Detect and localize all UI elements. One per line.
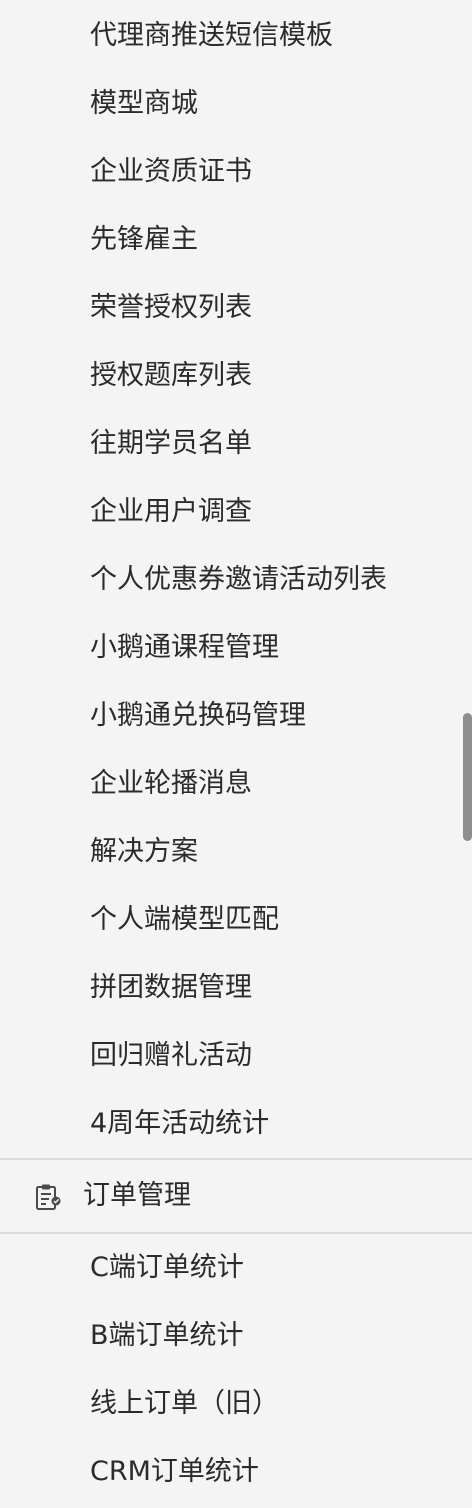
section-title-order-management: 订单管理 bbox=[83, 1180, 191, 1211]
menu-item-crm-order-stats[interactable]: CRM订单统计 bbox=[90, 1438, 259, 1506]
menu-item-agent-sms-template[interactable]: 代理商推送短信模板 bbox=[90, 2, 333, 70]
menu-item-coupon-invite-activities[interactable]: 个人优惠券邀请活动列表 bbox=[90, 546, 387, 614]
section-header-order-management[interactable]: 订单管理 bbox=[0, 1160, 472, 1232]
menu-item-xiaoe-redeem-code-management[interactable]: 小鹅通兑换码管理 bbox=[90, 682, 306, 750]
menu-item-xiaoe-course-management[interactable]: 小鹅通课程管理 bbox=[90, 614, 279, 682]
menu-item-personal-model-matching[interactable]: 个人端模型匹配 bbox=[90, 886, 279, 954]
menu-item-c-end-order-stats[interactable]: C端订单统计 bbox=[90, 1234, 244, 1302]
menu-item-enterprise-certificates[interactable]: 企业资质证书 bbox=[90, 138, 252, 206]
menu-item-honor-authorization-list[interactable]: 荣誉授权列表 bbox=[90, 274, 252, 342]
sidebar-menu: 代理商推送短信模板 模型商城 企业资质证书 先锋雇主 荣誉授权列表 授权题库列表… bbox=[0, 0, 472, 1508]
menu-item-past-student-list[interactable]: 往期学员名单 bbox=[90, 410, 252, 478]
vertical-scrollbar-thumb[interactable] bbox=[463, 713, 472, 841]
menu-item-enterprise-user-survey[interactable]: 企业用户调查 bbox=[90, 478, 252, 546]
menu-item-b-end-order-stats[interactable]: B端订单统计 bbox=[90, 1302, 244, 1370]
menu-item-online-orders-old[interactable]: 线上订单（旧） bbox=[90, 1370, 279, 1438]
menu-item-authorized-question-bank[interactable]: 授权题库列表 bbox=[90, 342, 252, 410]
menu-item-solutions[interactable]: 解决方案 bbox=[90, 818, 198, 886]
clipboard-icon bbox=[36, 1184, 61, 1210]
menu-item-return-gift-activity[interactable]: 回归赠礼活动 bbox=[90, 1022, 252, 1090]
menu-item-4th-anniversary-stats[interactable]: 4周年活动统计 bbox=[90, 1090, 269, 1158]
menu-item-model-mall[interactable]: 模型商城 bbox=[90, 70, 198, 138]
menu-item-enterprise-carousel-messages[interactable]: 企业轮播消息 bbox=[90, 750, 252, 818]
menu-item-group-buy-data-management[interactable]: 拼团数据管理 bbox=[90, 954, 252, 1022]
menu-item-pioneer-employer[interactable]: 先锋雇主 bbox=[90, 206, 198, 274]
